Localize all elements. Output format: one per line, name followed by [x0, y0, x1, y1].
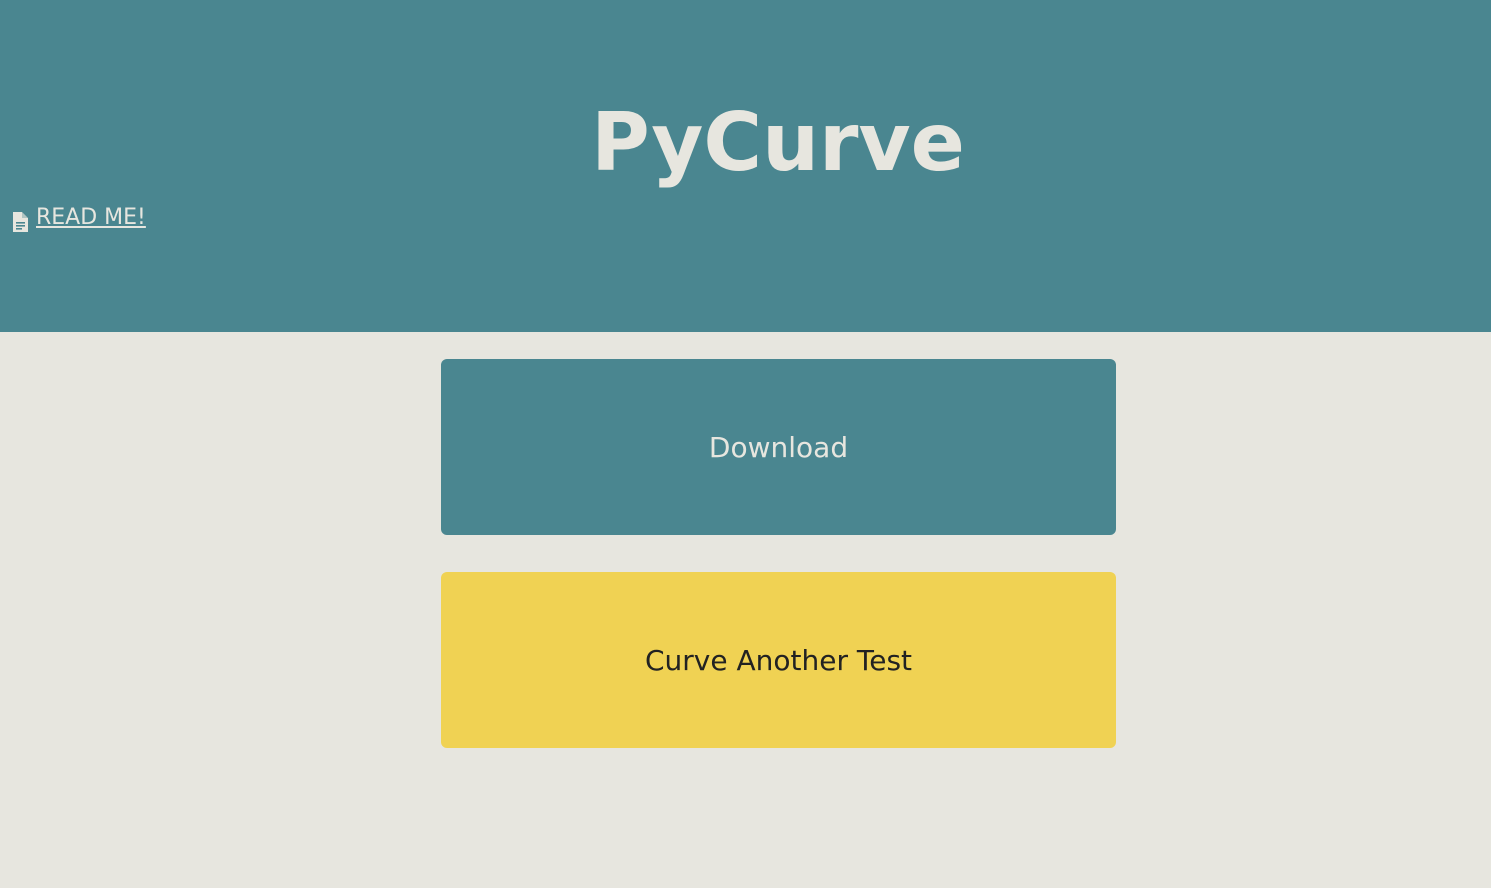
page-title: PyCurve	[591, 96, 965, 189]
readme-link[interactable]: READ ME!	[12, 202, 146, 234]
page-header: PyCurve READ ME!	[0, 0, 1491, 332]
download-button[interactable]: Download	[441, 359, 1116, 535]
document-icon	[12, 210, 28, 232]
readme-label: READ ME!	[36, 205, 146, 230]
curve-another-test-button[interactable]: Curve Another Test	[441, 572, 1116, 748]
